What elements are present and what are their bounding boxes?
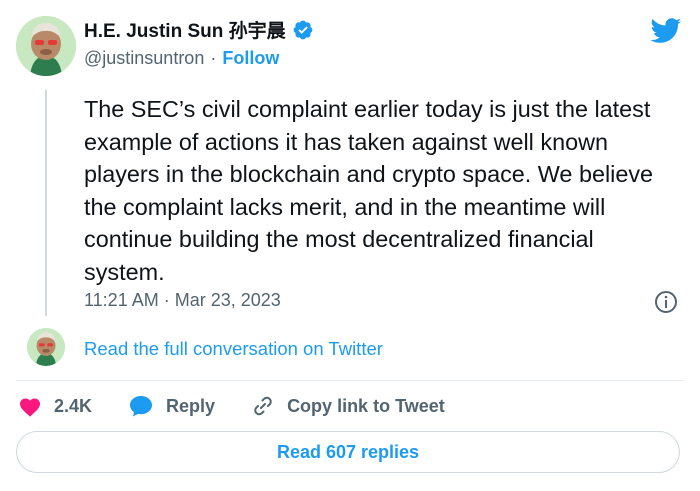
divider xyxy=(16,380,684,381)
author-name-row: H.E. Justin Sun 孙宇晨 xyxy=(84,16,314,43)
copy-link-button[interactable]: Copy link to Tweet xyxy=(251,394,445,418)
heart-icon xyxy=(20,398,40,417)
reply-label: Reply xyxy=(166,395,216,416)
handle-separator: · xyxy=(210,48,217,68)
read-full-conversation-link[interactable]: Read the full conversation on Twitter xyxy=(84,338,383,360)
tweet-timestamp[interactable]: 11:21 AM · Mar 23, 2023 xyxy=(84,290,281,311)
like-button[interactable]: 2.4K xyxy=(18,395,92,417)
tweet-text: The SEC’s civil complaint earlier today … xyxy=(84,96,654,285)
twitter-bird-icon[interactable] xyxy=(650,18,682,49)
reply-bubble-icon xyxy=(130,396,153,417)
thread-line xyxy=(45,90,47,316)
info-icon[interactable] xyxy=(654,290,678,314)
avatar-image xyxy=(16,16,76,76)
verified-badge-icon xyxy=(293,20,313,39)
author-handle[interactable]: @justinsuntron xyxy=(84,48,204,69)
avatar-image xyxy=(27,328,65,366)
author-handle-row: @justinsuntron · Follow xyxy=(84,48,279,69)
actions-row: 2.4K Reply Copy link to Tweet xyxy=(18,394,481,418)
link-icon xyxy=(254,396,272,416)
author-avatar[interactable] xyxy=(16,16,76,76)
reply-button[interactable]: Reply xyxy=(128,394,215,418)
follow-button[interactable]: Follow xyxy=(222,48,279,69)
read-replies-label: Read 607 replies xyxy=(276,441,420,462)
author-name[interactable]: H.E. Justin Sun 孙宇晨 xyxy=(84,16,286,43)
read-replies-button[interactable]: Read 607 replies xyxy=(16,431,680,473)
conversation-avatar[interactable] xyxy=(27,328,65,366)
like-count: 2.4K xyxy=(54,395,93,416)
copy-link-label: Copy link to Tweet xyxy=(287,395,445,416)
